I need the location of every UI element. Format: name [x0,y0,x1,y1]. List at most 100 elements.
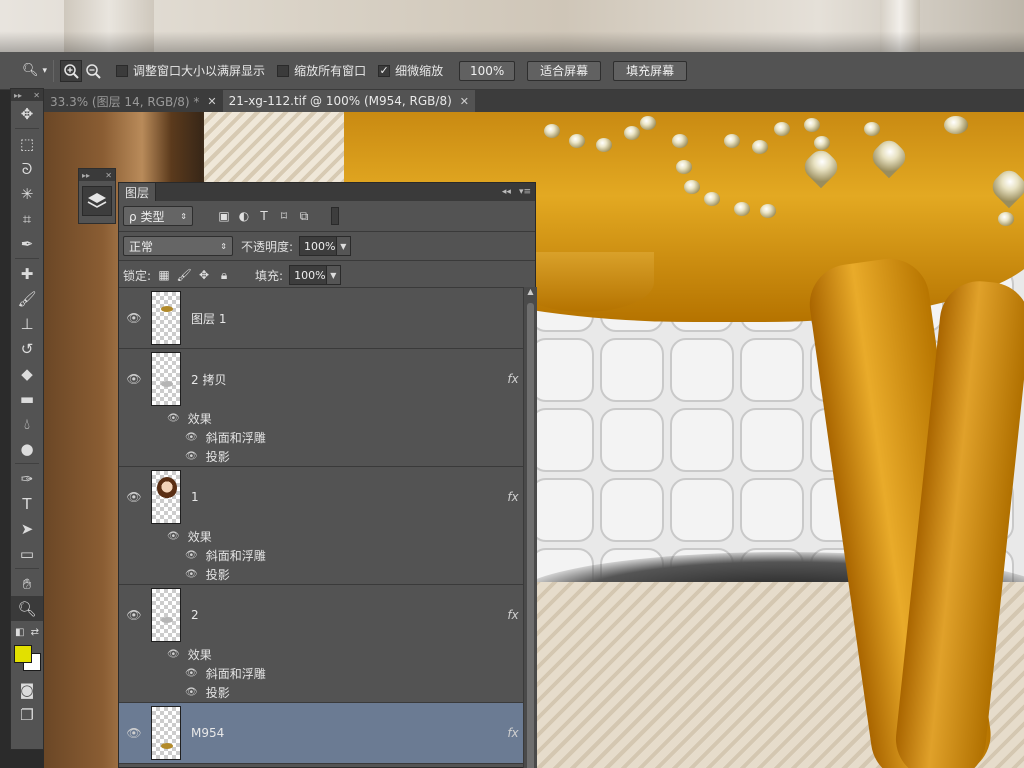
fx-badge[interactable]: fx [503,726,523,740]
layers-panel-toggle[interactable] [82,186,112,216]
pixel-filter-icon[interactable]: ▣ [217,209,231,223]
chevron-down-icon[interactable]: ▼ [325,266,341,284]
lock-transparent-icon[interactable]: ▦ [157,268,171,282]
default-colors-icon[interactable]: ◧ [15,627,24,638]
lock-position-icon[interactable]: ✥ [197,268,211,282]
layer-thumbnail[interactable] [151,588,181,642]
fx-badge[interactable]: fx [503,608,523,622]
magic-wand-tool-icon[interactable]: ✳ [11,181,43,206]
layer-row[interactable]: 👁︎ 1 fx 👁︎ 效果 👁︎ 斜面和浮雕 👁︎ 投影 [119,467,523,585]
layers-scrollbar[interactable]: ▲ [523,287,537,768]
shape-filter-icon[interactable]: ⌑ [277,209,291,223]
layer-name[interactable]: 2 [191,608,503,622]
layer-name[interactable]: 2 拷贝 [191,371,503,388]
brush-tool-icon[interactable]: 🖌︎ [11,286,43,311]
close-icon[interactable]: ✕ [207,95,216,108]
visibility-eye-icon[interactable]: 👁︎ [167,531,180,542]
filter-kind-select[interactable]: ρ 类型 ⇕ [123,206,193,226]
visibility-eye-icon[interactable]: 👁︎ [119,490,149,504]
visibility-eye-icon[interactable]: 👁︎ [185,550,198,561]
layer-thumbnail[interactable] [151,352,181,406]
visibility-eye-icon[interactable]: 👁︎ [167,413,180,424]
color-swap-controls[interactable]: ◧ ⇄ [11,621,43,643]
adjustment-filter-icon[interactable]: ◐ [237,209,251,223]
clone-stamp-tool-icon[interactable]: ⊥ [11,311,43,336]
lock-image-icon[interactable]: 🖌︎ [176,268,191,282]
layer-name[interactable]: M954 [191,726,503,740]
visibility-eye-icon[interactable]: 👁︎ [185,687,198,698]
visibility-eye-icon[interactable]: 👁︎ [119,608,149,622]
zoom-all-windows-checkbox[interactable]: 缩放所有窗口 [277,62,366,79]
zoom-in-button[interactable] [60,59,83,82]
lasso-tool-icon[interactable]: ᘐ [11,156,43,181]
resize-windows-checkbox[interactable]: 调整窗口大小以满屏显示 [116,62,265,79]
layer-row[interactable]: 👁︎ 2 拷贝 fx 👁︎ 效果 👁︎ 斜面和浮雕 👁︎ 投影 [119,349,523,467]
panel-grip[interactable]: ▸▸ ✕ [11,89,43,101]
layer-name[interactable]: 1 [191,490,503,504]
screen-mode-icon[interactable]: ❐ [11,702,43,727]
layer-thumbnail[interactable] [151,291,181,345]
collapse-icon[interactable]: ◂◂ [502,187,511,197]
eraser-tool-icon[interactable]: ◆ [11,361,43,386]
visibility-eye-icon[interactable]: 👁︎ [119,726,149,740]
layer-row-selected[interactable]: 👁︎ M954 fx [119,703,523,764]
fx-badge[interactable]: fx [503,490,523,504]
opacity-input[interactable]: 100% ▼ [299,236,352,256]
swap-colors-icon[interactable]: ⇄ [31,627,39,638]
scrubby-zoom-checkbox[interactable]: ✓ 细微缩放 [378,62,443,79]
smart-object-filter-icon[interactable]: ⧉ [297,209,311,223]
effect-item[interactable]: 👁︎ 斜面和浮雕 [119,664,523,683]
filter-toggle-switch[interactable] [331,207,339,225]
visibility-eye-icon[interactable]: 👁︎ [119,372,149,386]
layer-thumbnail[interactable] [151,706,181,760]
hand-tool-icon[interactable]: ✋︎ [11,571,43,596]
scroll-up-icon[interactable]: ▲ [524,287,537,301]
checkbox-box[interactable] [116,64,129,77]
visibility-eye-icon[interactable]: 👁︎ [185,432,198,443]
effects-header[interactable]: 👁︎ 效果 [119,409,523,428]
foreground-color-swatch[interactable] [14,645,32,663]
visibility-eye-icon[interactable]: 👁︎ [185,451,198,462]
blend-mode-select[interactable]: 正常 ⇕ [123,236,233,256]
checkbox-box[interactable] [277,64,290,77]
dodge-tool-icon[interactable]: ● [11,436,43,461]
type-tool-icon[interactable]: T [11,491,43,516]
layer-row[interactable]: 👁︎ 图层 1 [119,288,523,349]
blur-tool-icon[interactable]: 💧︎ [11,411,43,436]
scrollbar-thumb[interactable] [527,303,534,768]
visibility-eye-icon[interactable]: 👁︎ [119,311,149,325]
shape-tool-icon[interactable]: ▭ [11,541,43,566]
effects-header[interactable]: 👁︎ 效果 [119,527,523,546]
healing-brush-tool-icon[interactable]: ✚ [11,261,43,286]
move-tool-icon[interactable]: ✥ [11,101,43,126]
lock-all-icon[interactable]: 🔒︎ [217,268,231,282]
actual-pixels-button[interactable]: 100% [459,60,516,81]
fit-screen-button[interactable]: 适合屏幕 [527,60,602,81]
layer-row[interactable]: 👁︎ 2 fx 👁︎ 效果 👁︎ 斜面和浮雕 👁︎ 投影 [119,585,523,703]
close-icon[interactable]: ✕ [460,95,469,108]
tab-layers[interactable]: 图层 [119,183,157,201]
panel-grip[interactable]: ▸▸ ✕ [79,169,115,181]
visibility-eye-icon[interactable]: 👁︎ [185,668,198,679]
history-brush-tool-icon[interactable]: ↺ [11,336,43,361]
crop-tool-icon[interactable]: ⌗ [11,206,43,231]
tab-document-1[interactable]: 33.3% (图层 14, RGB/8) * ✕ [44,90,223,112]
effect-item[interactable]: 👁︎ 投影 [119,565,523,584]
pen-tool-icon[interactable]: ✑ [11,466,43,491]
fx-badge[interactable]: fx [503,372,523,386]
zoom-out-button[interactable] [82,60,104,82]
eyedropper-tool-icon[interactable]: ✒ [11,231,43,256]
marquee-tool-icon[interactable]: ⬚ [11,131,43,156]
layer-name[interactable]: 图层 1 [191,310,523,327]
checkmark-icon[interactable]: ✓ [378,64,391,77]
chevron-down-icon[interactable]: ▼ [335,237,351,255]
gradient-tool-icon[interactable]: ▬ [11,386,43,411]
fill-input[interactable]: 100% ▼ [289,265,342,285]
zoom-tool-preset-picker[interactable]: 🔍︎ ▾ [22,63,47,78]
tab-document-2[interactable]: 21-xg-112.tif @ 100% (M954, RGB/8) ✕ [222,90,475,112]
effects-header[interactable]: 👁︎ 效果 [119,645,523,664]
type-filter-icon[interactable]: T [257,209,271,223]
panel-menu-icon[interactable]: ▾≡ [519,187,531,197]
visibility-eye-icon[interactable]: 👁︎ [185,569,198,580]
effect-item[interactable]: 👁︎ 斜面和浮雕 [119,546,523,565]
